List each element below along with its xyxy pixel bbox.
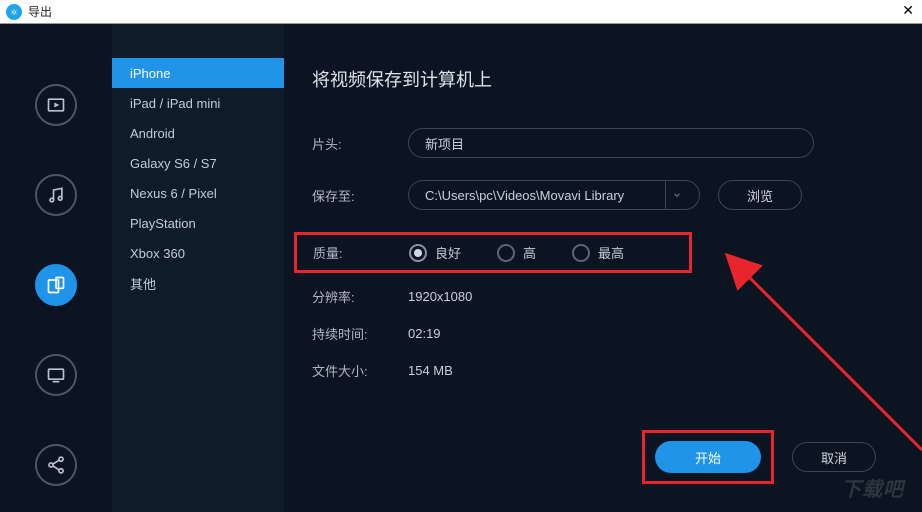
highlight-quality: 质量: 良好 高 最高 (294, 232, 692, 273)
sidebar-item-ipad[interactable]: iPad / iPad mini (112, 88, 284, 118)
sidebar-item-nexus[interactable]: Nexus 6 / Pixel (112, 178, 284, 208)
rail-tv[interactable] (35, 354, 77, 396)
sidebar-item-galaxy[interactable]: Galaxy S6 / S7 (112, 148, 284, 178)
rail-share[interactable] (35, 444, 77, 486)
browse-button[interactable]: 浏览 (718, 180, 802, 210)
label-resolution: 分辨率: (312, 287, 408, 306)
value-resolution: 1920x1080 (408, 289, 472, 304)
window-title: 导出 (28, 3, 52, 20)
input-title[interactable]: 新项目 (408, 128, 814, 158)
label-saveat: 保存至: (312, 186, 408, 205)
row-filesize: 文件大小: 154 MB (312, 361, 874, 380)
category-rail (0, 24, 112, 512)
sidebar-item-iphone[interactable]: iPhone (112, 58, 284, 88)
rail-device[interactable] (35, 264, 77, 306)
row-saveat: 保存至: C:\Users\pc\Videos\Movavi Library 浏… (312, 180, 874, 210)
cancel-button[interactable]: 取消 (792, 442, 876, 472)
close-icon[interactable]: ✕ (902, 2, 914, 19)
row-duration: 持续时间: 02:19 (312, 324, 874, 343)
radio-best[interactable]: 最高 (572, 243, 624, 262)
label-title: 片头: (312, 134, 408, 153)
radio-high[interactable]: 高 (497, 243, 536, 262)
rail-music[interactable] (35, 174, 77, 216)
page-title: 将视频保存到计算机上 (312, 66, 874, 92)
row-title: 片头: 新项目 (312, 128, 874, 158)
start-button[interactable]: 开始 (655, 441, 761, 473)
sidebar-item-xbox[interactable]: Xbox 360 (112, 238, 284, 268)
radio-good[interactable]: 良好 (409, 243, 461, 262)
device-sidebar: iPhone iPad / iPad mini Android Galaxy S… (112, 24, 284, 512)
main-panel: 将视频保存到计算机上 片头: 新项目 保存至: C:\Users\pc\Vide… (284, 24, 922, 512)
highlight-start: 开始 (642, 430, 774, 484)
radio-group-quality: 良好 高 最高 (409, 243, 624, 262)
row-resolution: 分辨率: 1920x1080 (312, 287, 874, 306)
row-quality: 质量: 良好 高 最高 (313, 243, 673, 262)
window-titlebar: 导出 ✕ (0, 0, 922, 24)
chevron-down-icon (665, 181, 687, 209)
app-icon (6, 4, 22, 20)
select-saveat[interactable]: C:\Users\pc\Videos\Movavi Library (408, 180, 700, 210)
sidebar-item-android[interactable]: Android (112, 118, 284, 148)
label-duration: 持续时间: (312, 324, 408, 343)
saveat-value: C:\Users\pc\Videos\Movavi Library (425, 188, 624, 203)
sidebar-item-playstation[interactable]: PlayStation (112, 208, 284, 238)
value-duration: 02:19 (408, 326, 441, 341)
sidebar-item-other[interactable]: 其他 (112, 268, 284, 298)
value-filesize: 154 MB (408, 363, 453, 378)
label-filesize: 文件大小: (312, 361, 408, 380)
rail-video[interactable] (35, 84, 77, 126)
bottom-actions: 开始 取消 (642, 430, 876, 484)
export-dialog: iPhone iPad / iPad mini Android Galaxy S… (0, 24, 922, 512)
label-quality: 质量: (313, 243, 409, 262)
